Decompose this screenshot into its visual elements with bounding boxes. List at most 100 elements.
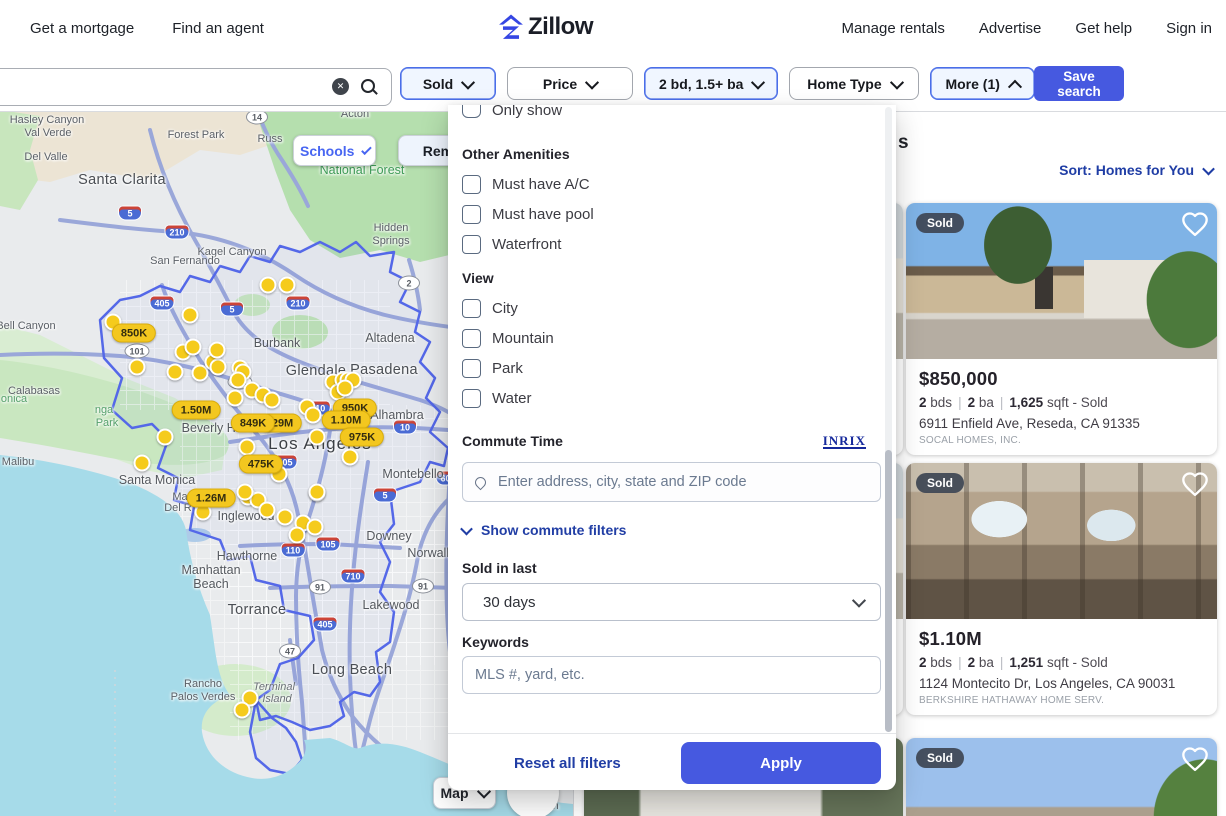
amenities-options: Must have A/C Must have pool Waterfront bbox=[448, 175, 868, 265]
listing-price-pin[interactable]: 1.50M bbox=[172, 401, 221, 420]
apply-button[interactable]: Apply bbox=[681, 742, 881, 784]
chevron-icon bbox=[751, 75, 765, 89]
chevron-icon bbox=[585, 75, 599, 89]
section-title-amenities: Other Amenities bbox=[462, 146, 570, 162]
checkbox[interactable] bbox=[462, 235, 481, 254]
listing-address: 6911 Enfield Ave, Reseda, CA 91335 bbox=[919, 416, 1204, 431]
listing-info: $850,000 2 bds|2 ba|1,625 sqft - Sold 69… bbox=[906, 359, 1217, 446]
listing-photo: Sold bbox=[906, 463, 1217, 619]
listing-price-pin[interactable]: 850K bbox=[112, 324, 156, 343]
nav-link[interactable]: Get a mortgage bbox=[30, 20, 134, 37]
inrix-logo: INRIX bbox=[823, 434, 866, 449]
listing-card[interactable]: Sold bbox=[906, 738, 1217, 816]
checkbox-row[interactable]: Water bbox=[462, 389, 882, 408]
search-icon[interactable] bbox=[361, 79, 375, 93]
chevron-down-icon bbox=[460, 522, 473, 535]
save-search-button[interactable]: Save search bbox=[1034, 66, 1124, 101]
listing-price-pin[interactable]: 1.26M bbox=[187, 489, 236, 508]
chevron-icon bbox=[461, 75, 475, 89]
schools-button[interactable]: Schools bbox=[293, 135, 376, 166]
checkbox[interactable] bbox=[462, 329, 481, 348]
section-title-view: View bbox=[462, 270, 494, 286]
checkbox[interactable] bbox=[462, 389, 481, 408]
status-badge: Sold bbox=[916, 748, 964, 768]
heart-icon[interactable] bbox=[1181, 745, 1209, 778]
commute-address-input[interactable] bbox=[496, 473, 868, 491]
filter-chip[interactable]: Sold bbox=[400, 67, 496, 100]
listing-price-pin[interactable]: 975K bbox=[340, 428, 384, 447]
filter-chips: Sold Price 2 bd, 1.5+ ba Home Type More … bbox=[400, 67, 1035, 100]
panel-scrollbar-thumb[interactable] bbox=[885, 450, 892, 732]
listing-photo: Sold bbox=[906, 203, 1217, 359]
nav-link[interactable]: Sign in bbox=[1166, 20, 1212, 37]
listing-specs: 2 bds|2 ba|1,251 sqft - Sold bbox=[919, 655, 1204, 670]
chip-label: Price bbox=[543, 76, 577, 92]
section-title-commute: Commute Time bbox=[462, 433, 563, 449]
sold-in-last-select[interactable]: 30 days bbox=[462, 583, 881, 621]
chevron-icon bbox=[890, 75, 904, 89]
listing-info: $1.10M 2 bds|2 ba|1,251 sqft - Sold 1124… bbox=[906, 619, 1217, 706]
checkbox[interactable] bbox=[462, 205, 481, 224]
more-filters-panel: Only show Other Amenities Must have A/C … bbox=[448, 105, 896, 790]
sort-dropdown[interactable]: Sort: Homes for You bbox=[1059, 162, 1213, 178]
filter-bar: Sold Price 2 bd, 1.5+ ba Home Type More … bbox=[0, 57, 1226, 112]
checkbox[interactable] bbox=[462, 175, 481, 194]
nav-left: Get a mortgage Find an agent bbox=[30, 0, 264, 57]
nav-link[interactable]: Advertise bbox=[979, 20, 1042, 37]
zillow-house-icon bbox=[498, 14, 524, 40]
chip-label: Sold bbox=[423, 76, 453, 92]
chip-label: Home Type bbox=[807, 76, 881, 92]
checkbox-row-only-show[interactable]: Only show bbox=[462, 105, 562, 119]
logo-text: Zillow bbox=[528, 13, 593, 41]
heart-icon[interactable] bbox=[1181, 210, 1209, 243]
listing-card[interactable]: Sold $1.10M 2 bds|2 ba|1,251 sqft - Sold… bbox=[906, 463, 1217, 715]
status-badge: Sold bbox=[916, 213, 964, 233]
section-title-sold-in-last: Sold in last bbox=[462, 560, 537, 576]
checkbox-row[interactable]: City bbox=[462, 299, 882, 318]
listing-price: $850,000 bbox=[919, 368, 1204, 390]
chevron-icon bbox=[1008, 79, 1022, 93]
chevron-down-icon bbox=[852, 594, 866, 608]
checkbox-row[interactable]: Mountain bbox=[462, 329, 882, 348]
checkbox-row[interactable]: Must have A/C bbox=[462, 175, 882, 194]
search-input[interactable] bbox=[0, 69, 301, 105]
clear-search-icon[interactable] bbox=[332, 78, 349, 95]
chevron-down-icon bbox=[1202, 162, 1215, 175]
commute-address-field bbox=[462, 462, 881, 502]
listing-card[interactable]: Sold $850,000 2 bds|2 ba|1,625 sqft - So… bbox=[906, 203, 1217, 455]
listing-price-pin[interactable]: 475K bbox=[239, 455, 283, 474]
section-title-keywords: Keywords bbox=[462, 634, 529, 650]
checkbox-row[interactable]: Park bbox=[462, 359, 882, 378]
checkbox[interactable] bbox=[462, 105, 481, 118]
search-box bbox=[0, 68, 392, 106]
reset-all-filters-button[interactable]: Reset all filters bbox=[508, 754, 627, 773]
results-heading-partial: s bbox=[898, 132, 909, 154]
chip-label: 2 bd, 1.5+ ba bbox=[659, 76, 743, 92]
checkbox-row[interactable]: Waterfront bbox=[462, 235, 882, 254]
filter-chip[interactable]: Price bbox=[507, 67, 633, 100]
listing-price: $1.10M bbox=[919, 628, 1204, 650]
panel-footer-divider bbox=[448, 733, 896, 734]
listing-specs: 2 bds|2 ba|1,625 sqft - Sold bbox=[919, 395, 1204, 410]
checkbox[interactable] bbox=[462, 359, 481, 378]
nav-link[interactable]: Get help bbox=[1075, 20, 1132, 37]
show-commute-filters-link[interactable]: Show commute filters bbox=[462, 522, 626, 538]
filter-chip[interactable]: More (1) bbox=[930, 67, 1034, 100]
top-nav: Get a mortgage Find an agent Zillow Manag… bbox=[0, 0, 1226, 58]
view-options: City Mountain Park Water bbox=[448, 299, 868, 419]
filter-chip[interactable]: Home Type bbox=[789, 67, 919, 100]
listing-price-pin[interactable]: 849K bbox=[231, 414, 275, 433]
keywords-input[interactable] bbox=[462, 656, 881, 694]
zillow-logo[interactable]: Zillow bbox=[498, 13, 593, 41]
heart-icon[interactable] bbox=[1181, 470, 1209, 503]
nav-link[interactable]: Manage rentals bbox=[841, 20, 944, 37]
checkbox[interactable] bbox=[462, 299, 481, 318]
checkbox-row[interactable]: Must have pool bbox=[462, 205, 882, 224]
filters-scroll-area: Only show Other Amenities Must have A/C … bbox=[448, 105, 896, 733]
listing-broker: SOCAL HOMES, INC. bbox=[919, 435, 1204, 446]
listing-photo: Sold bbox=[906, 738, 1217, 816]
filter-chip[interactable]: 2 bd, 1.5+ ba bbox=[644, 67, 778, 100]
nav-link[interactable]: Find an agent bbox=[172, 20, 264, 37]
status-badge: Sold bbox=[916, 473, 964, 493]
nav-right: Manage rentals Advertise Get help Sign in bbox=[841, 0, 1212, 57]
